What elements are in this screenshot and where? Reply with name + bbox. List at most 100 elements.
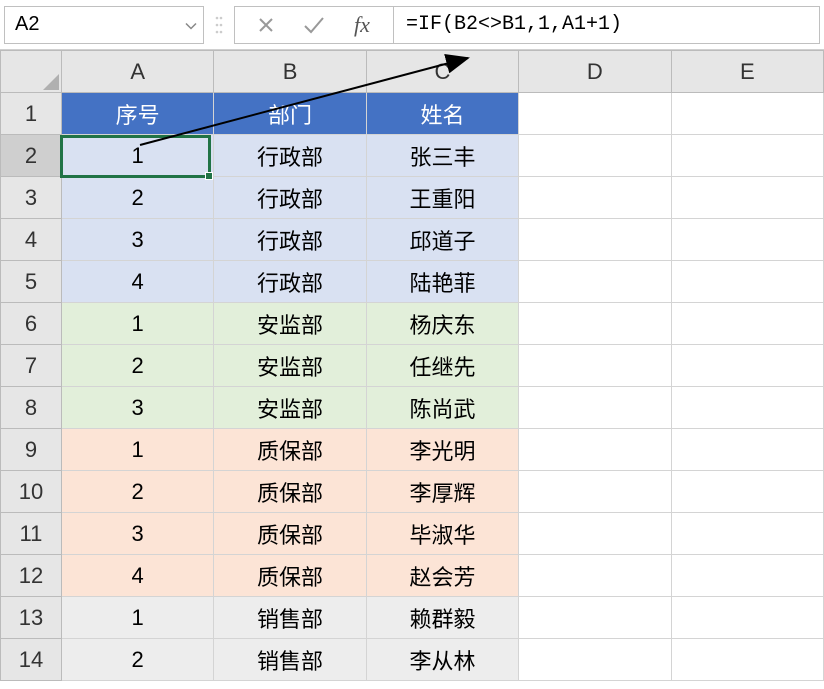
cell[interactable]: 质保部 bbox=[214, 471, 366, 513]
cell-empty[interactable] bbox=[519, 513, 671, 555]
cell[interactable]: 1 bbox=[61, 303, 213, 345]
cell-empty[interactable] bbox=[671, 303, 823, 345]
col-header-A[interactable]: A bbox=[61, 51, 213, 93]
cell[interactable]: 2 bbox=[61, 471, 213, 513]
cell-empty[interactable] bbox=[671, 219, 823, 261]
cell[interactable]: 安监部 bbox=[214, 387, 366, 429]
cell[interactable]: 1 bbox=[61, 135, 213, 177]
cell-empty[interactable] bbox=[519, 219, 671, 261]
cell[interactable]: 赖群毅 bbox=[366, 597, 518, 639]
col-header-C[interactable]: C bbox=[366, 51, 518, 93]
row-header[interactable]: 13 bbox=[1, 597, 62, 639]
cancel-icon[interactable] bbox=[251, 10, 281, 40]
col-header-E[interactable]: E bbox=[671, 51, 823, 93]
cell[interactable]: 张三丰 bbox=[366, 135, 518, 177]
row-header[interactable]: 3 bbox=[1, 177, 62, 219]
row-header[interactable]: 11 bbox=[1, 513, 62, 555]
row-header[interactable]: 12 bbox=[1, 555, 62, 597]
cell[interactable]: 销售部 bbox=[214, 597, 366, 639]
cell-empty[interactable] bbox=[519, 177, 671, 219]
cell[interactable]: 赵会芳 bbox=[366, 555, 518, 597]
cell-empty[interactable] bbox=[671, 345, 823, 387]
cell[interactable]: 李光明 bbox=[366, 429, 518, 471]
cell-empty[interactable] bbox=[519, 345, 671, 387]
cell[interactable]: 销售部 bbox=[214, 639, 366, 681]
fx-icon[interactable]: fx bbox=[347, 10, 377, 40]
row-header[interactable]: 2 bbox=[1, 135, 62, 177]
row-header[interactable]: 10 bbox=[1, 471, 62, 513]
name-box[interactable]: A2 bbox=[4, 6, 204, 44]
cell-empty[interactable] bbox=[671, 135, 823, 177]
data-row: 10 2 质保部 李厚辉 bbox=[1, 471, 824, 513]
cell-empty[interactable] bbox=[671, 639, 823, 681]
cell[interactable]: 陆艳菲 bbox=[366, 261, 518, 303]
cell-empty[interactable] bbox=[519, 303, 671, 345]
cell[interactable]: 1 bbox=[61, 597, 213, 639]
cell-empty[interactable] bbox=[519, 261, 671, 303]
cell-empty[interactable] bbox=[671, 471, 823, 513]
cell-empty[interactable] bbox=[519, 429, 671, 471]
cell-empty[interactable] bbox=[671, 513, 823, 555]
cell[interactable]: 行政部 bbox=[214, 177, 366, 219]
select-all-corner[interactable] bbox=[1, 51, 62, 93]
cell-empty[interactable] bbox=[519, 639, 671, 681]
cell[interactable]: 2 bbox=[61, 177, 213, 219]
cell[interactable]: 行政部 bbox=[214, 135, 366, 177]
cell[interactable]: 任继先 bbox=[366, 345, 518, 387]
cell-empty[interactable] bbox=[519, 387, 671, 429]
cell[interactable]: 杨庆东 bbox=[366, 303, 518, 345]
row-header[interactable]: 6 bbox=[1, 303, 62, 345]
cell[interactable]: 邱道子 bbox=[366, 219, 518, 261]
cell-empty[interactable] bbox=[519, 555, 671, 597]
cell-empty[interactable] bbox=[519, 93, 671, 135]
data-row: 9 1 质保部 李光明 bbox=[1, 429, 824, 471]
formula-input[interactable]: =IF(B2<>B1,1,A1+1) bbox=[394, 6, 820, 44]
column-header-row: A B C D E bbox=[1, 51, 824, 93]
cell[interactable]: 行政部 bbox=[214, 261, 366, 303]
cell[interactable]: 行政部 bbox=[214, 219, 366, 261]
cell[interactable]: 安监部 bbox=[214, 303, 366, 345]
cell-empty[interactable] bbox=[671, 177, 823, 219]
enter-icon[interactable] bbox=[299, 10, 329, 40]
row-header[interactable]: 7 bbox=[1, 345, 62, 387]
cell[interactable]: 质保部 bbox=[214, 513, 366, 555]
cell[interactable]: 质保部 bbox=[214, 555, 366, 597]
chevron-down-icon[interactable] bbox=[185, 13, 197, 36]
cell[interactable]: 2 bbox=[61, 639, 213, 681]
cell[interactable]: 质保部 bbox=[214, 429, 366, 471]
cell[interactable]: 李厚辉 bbox=[366, 471, 518, 513]
row-header[interactable]: 9 bbox=[1, 429, 62, 471]
cell-empty[interactable] bbox=[671, 93, 823, 135]
cell[interactable]: 安监部 bbox=[214, 345, 366, 387]
col-header-D[interactable]: D bbox=[519, 51, 671, 93]
row-header[interactable]: 8 bbox=[1, 387, 62, 429]
cell-empty[interactable] bbox=[519, 471, 671, 513]
row-header[interactable]: 14 bbox=[1, 639, 62, 681]
cell-empty[interactable] bbox=[671, 387, 823, 429]
cell[interactable]: 1 bbox=[61, 429, 213, 471]
cell[interactable]: 李从林 bbox=[366, 639, 518, 681]
cell-empty[interactable] bbox=[519, 597, 671, 639]
separator-icon bbox=[204, 6, 234, 44]
cell[interactable]: 陈尚武 bbox=[366, 387, 518, 429]
cell-empty[interactable] bbox=[671, 597, 823, 639]
cell[interactable]: 4 bbox=[61, 555, 213, 597]
cell[interactable]: 3 bbox=[61, 513, 213, 555]
cell[interactable]: 3 bbox=[61, 387, 213, 429]
row-header[interactable]: 4 bbox=[1, 219, 62, 261]
col-header-B[interactable]: B bbox=[214, 51, 366, 93]
cell-empty[interactable] bbox=[671, 429, 823, 471]
cell[interactable]: 3 bbox=[61, 219, 213, 261]
cell-header-name[interactable]: 姓名 bbox=[366, 93, 518, 135]
cell[interactable]: 毕淑华 bbox=[366, 513, 518, 555]
cell[interactable]: 2 bbox=[61, 345, 213, 387]
cell-empty[interactable] bbox=[671, 555, 823, 597]
cell-empty[interactable] bbox=[519, 135, 671, 177]
cell-header-seq[interactable]: 序号 bbox=[61, 93, 213, 135]
cell-header-dept[interactable]: 部门 bbox=[214, 93, 366, 135]
row-header[interactable]: 5 bbox=[1, 261, 62, 303]
row-header[interactable]: 1 bbox=[1, 93, 62, 135]
cell[interactable]: 4 bbox=[61, 261, 213, 303]
cell-empty[interactable] bbox=[671, 261, 823, 303]
cell[interactable]: 王重阳 bbox=[366, 177, 518, 219]
